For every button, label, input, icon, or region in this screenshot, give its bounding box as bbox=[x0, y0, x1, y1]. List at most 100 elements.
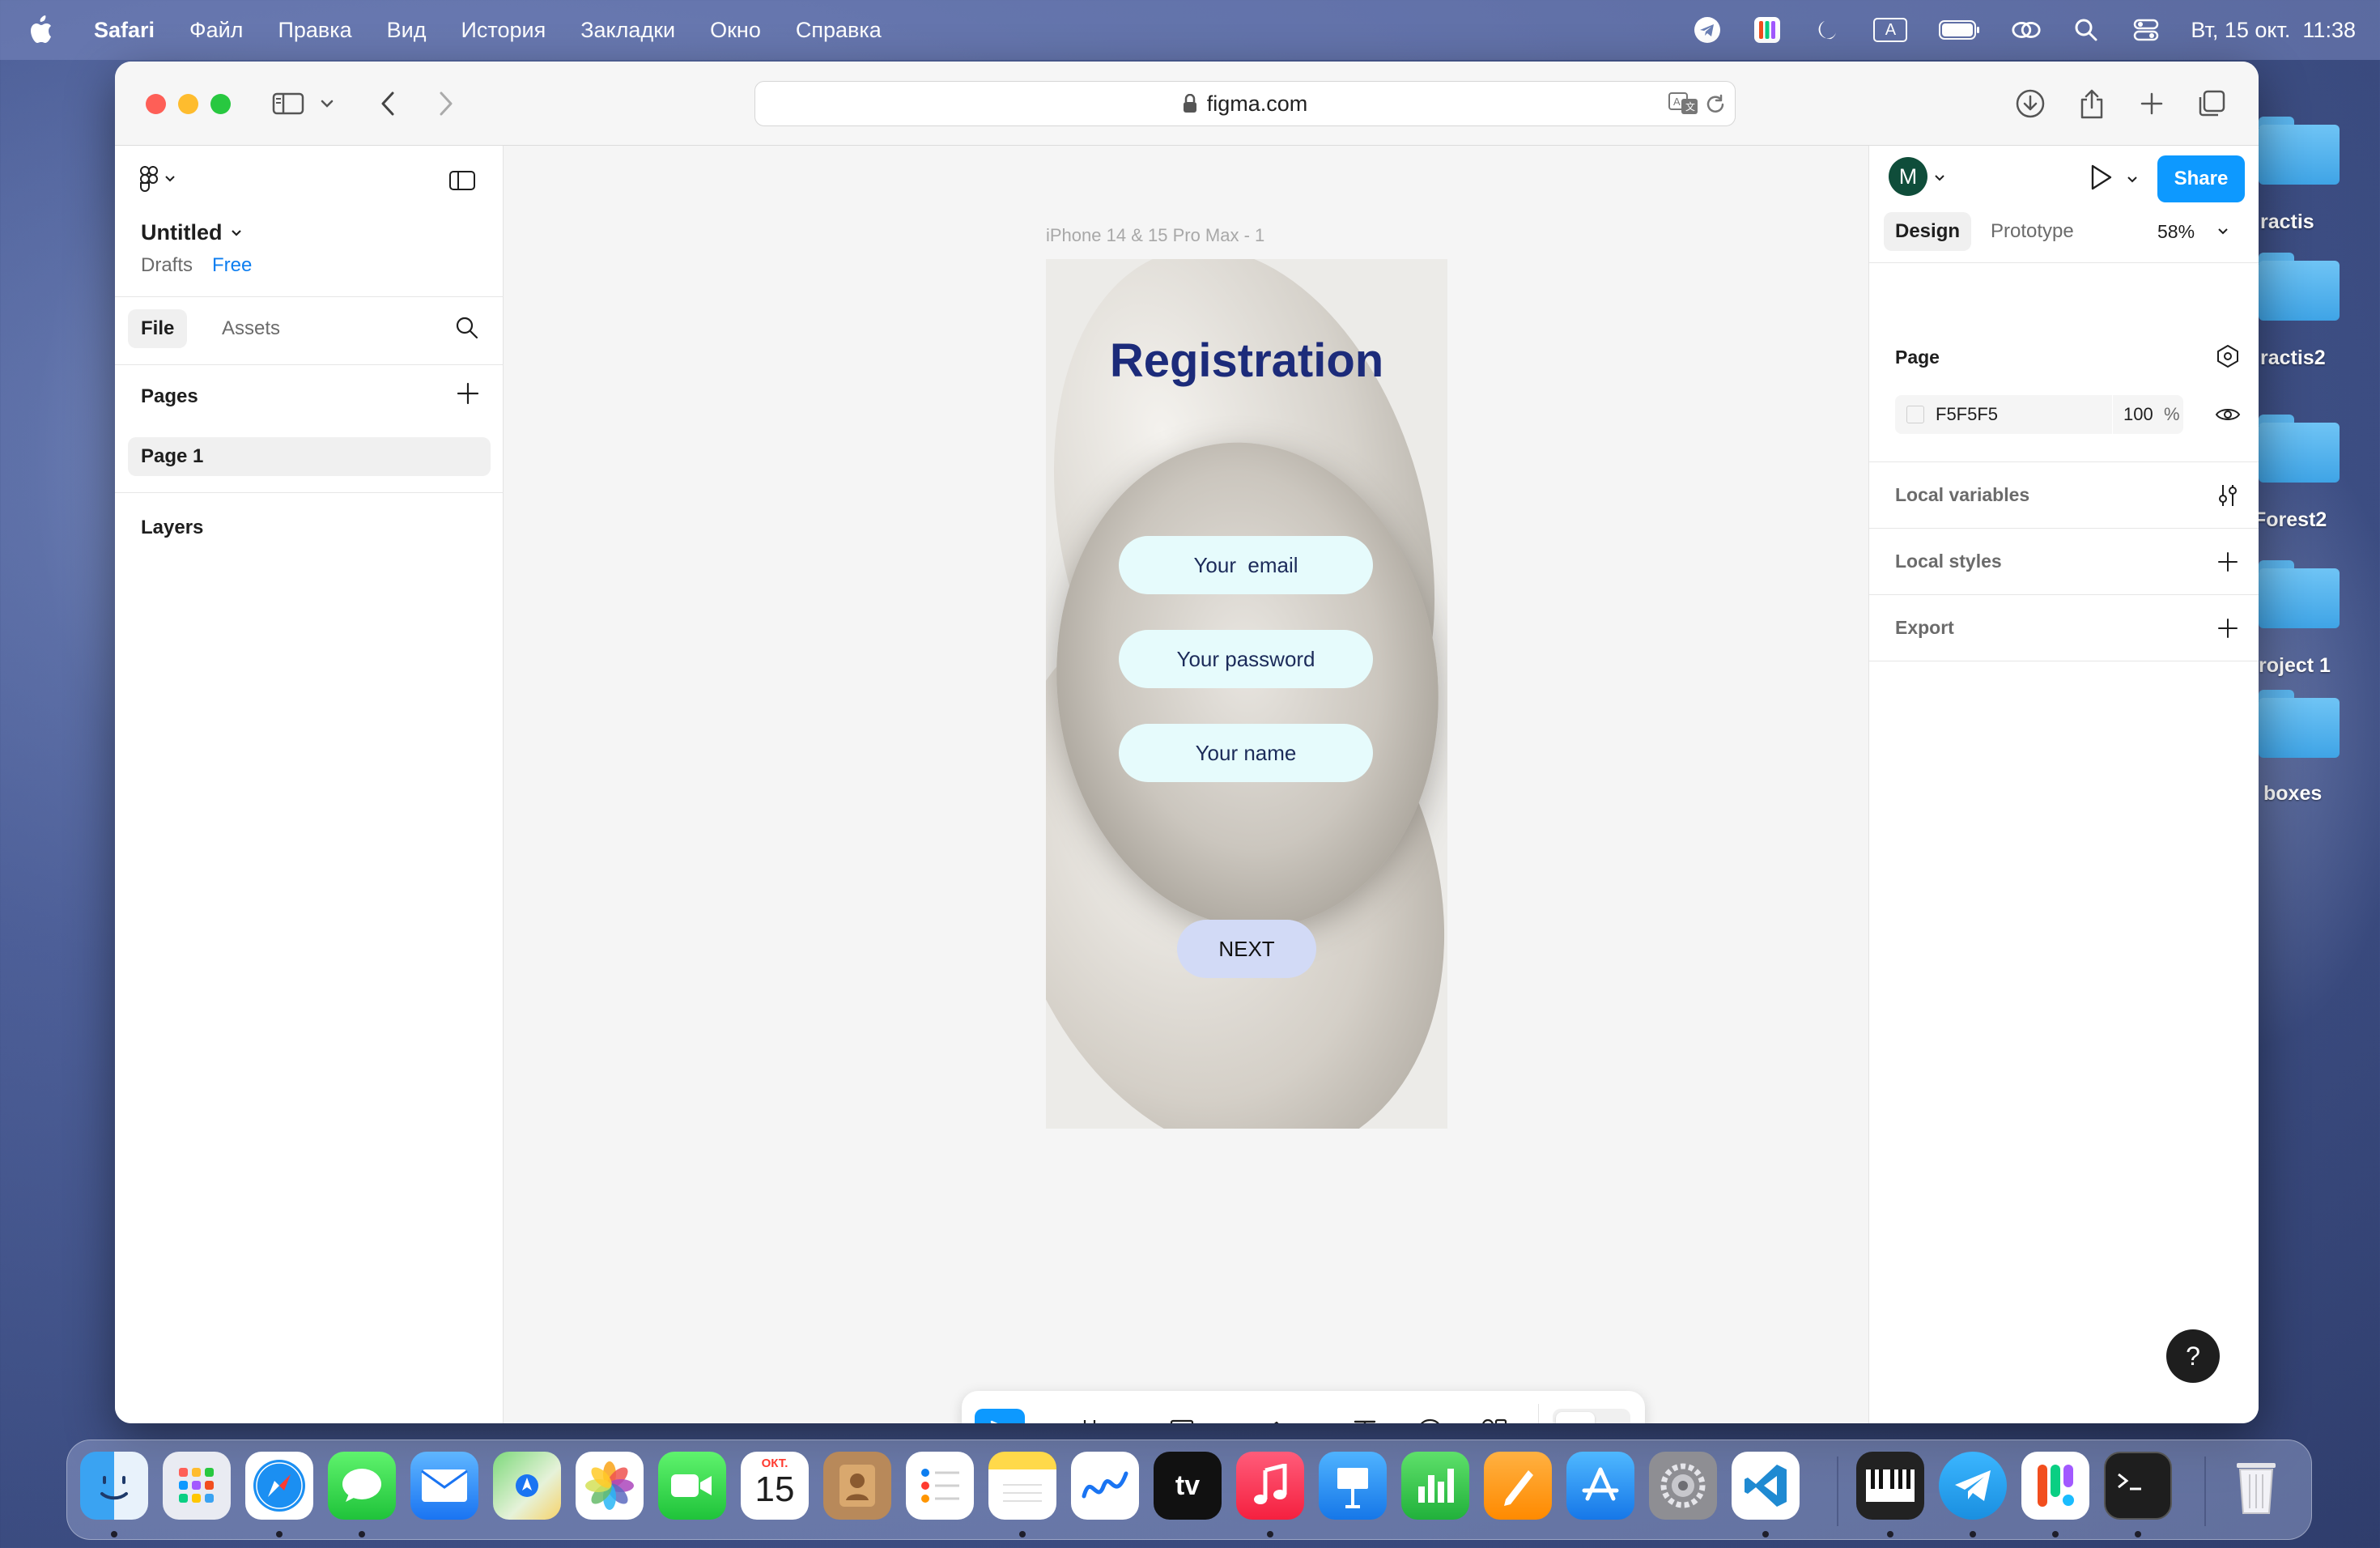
contacts-icon[interactable] bbox=[823, 1452, 891, 1520]
trash-icon[interactable] bbox=[2222, 1452, 2290, 1520]
background-opacity-value[interactable]: 100 bbox=[2123, 404, 2153, 425]
search-icon[interactable] bbox=[455, 316, 479, 344]
frame-label[interactable]: iPhone 14 & 15 Pro Max - 1 bbox=[1046, 225, 1264, 246]
help-button[interactable]: ? bbox=[2166, 1329, 2220, 1383]
keynote-icon[interactable] bbox=[1319, 1452, 1387, 1520]
chevron-down-icon[interactable] bbox=[1934, 172, 1945, 186]
menu-bookmarks[interactable]: Закладки bbox=[580, 18, 675, 43]
desktop-folder-label[interactable]: Forest2 bbox=[2254, 508, 2327, 532]
desktop-folder-label[interactable]: roject 1 bbox=[2259, 654, 2331, 678]
translate-icon[interactable]: A文 bbox=[1668, 91, 1699, 116]
focus-moon-icon[interactable] bbox=[1812, 15, 1842, 45]
desktop-folder-label[interactable]: ractis2 bbox=[2260, 347, 2326, 370]
figma-status-icon[interactable] bbox=[1752, 15, 1783, 45]
next-button[interactable]: NEXT bbox=[1177, 920, 1316, 978]
password-input[interactable]: Your password bbox=[1119, 630, 1373, 688]
present-play-icon[interactable] bbox=[2089, 164, 2114, 195]
downloads-icon[interactable] bbox=[2012, 86, 2048, 121]
numbers-icon[interactable] bbox=[1401, 1452, 1469, 1520]
system-settings-icon[interactable] bbox=[1649, 1452, 1717, 1520]
add-page-plus-icon[interactable] bbox=[457, 382, 479, 409]
sidebar-toggle-icon[interactable] bbox=[270, 86, 306, 121]
plan-badge[interactable]: Free bbox=[212, 254, 252, 277]
visibility-eye-icon[interactable] bbox=[2213, 400, 2242, 429]
local-variables-section[interactable]: Local variables bbox=[1895, 484, 2029, 506]
menu-datetime[interactable]: Вт, 15 окт. 11:38 bbox=[2191, 18, 2356, 43]
text-tool-button[interactable] bbox=[1342, 1409, 1388, 1423]
tab-design[interactable]: Design bbox=[1884, 212, 1972, 251]
tab-overview-icon[interactable] bbox=[2194, 86, 2229, 121]
app-store-icon[interactable] bbox=[1566, 1452, 1634, 1520]
desktop-folder-icon[interactable] bbox=[2259, 560, 2340, 628]
freeform-icon[interactable] bbox=[1071, 1452, 1139, 1520]
page-settings-icon[interactable] bbox=[2213, 342, 2242, 371]
control-center-icon[interactable] bbox=[2131, 15, 2161, 45]
desktop-folder-icon[interactable] bbox=[2259, 690, 2340, 758]
background-hex-value[interactable]: F5F5F5 bbox=[1936, 404, 1998, 425]
reminders-icon[interactable] bbox=[906, 1452, 974, 1520]
color-swatch[interactable] bbox=[1906, 406, 1924, 423]
spotlight-search-icon[interactable] bbox=[2071, 15, 2102, 45]
figma-icon[interactable] bbox=[2021, 1452, 2089, 1520]
local-styles-section[interactable]: Local styles bbox=[1895, 551, 2002, 572]
menu-file[interactable]: Файл bbox=[189, 18, 243, 43]
export-section[interactable]: Export bbox=[1895, 617, 1954, 639]
apple-icon[interactable] bbox=[29, 15, 62, 45]
menu-edit[interactable]: Правка bbox=[278, 18, 351, 43]
menu-window[interactable]: Окно bbox=[710, 18, 761, 43]
address-bar[interactable]: figma.com A文 bbox=[754, 81, 1736, 126]
chevron-down-icon[interactable] bbox=[2127, 173, 2138, 188]
variables-sliders-icon[interactable] bbox=[2213, 481, 2242, 510]
minimize-window-button[interactable] bbox=[178, 94, 198, 114]
safari-icon[interactable] bbox=[245, 1452, 313, 1520]
piano-icon[interactable] bbox=[1856, 1452, 1924, 1520]
email-input[interactable]: Your email bbox=[1119, 536, 1373, 594]
pages-icon[interactable] bbox=[1484, 1452, 1552, 1520]
tab-file[interactable]: File bbox=[128, 309, 188, 348]
share-button[interactable]: Share bbox=[2157, 155, 2245, 202]
close-window-button[interactable] bbox=[146, 94, 166, 114]
terminal-icon[interactable] bbox=[2104, 1452, 2172, 1520]
frame-tool-button[interactable] bbox=[1067, 1409, 1112, 1423]
iphone-frame[interactable]: Registration Your email Your password Yo… bbox=[1046, 259, 1447, 1129]
new-tab-plus-icon[interactable] bbox=[2134, 86, 2170, 121]
desktop-folder-label[interactable]: boxes bbox=[2263, 782, 2322, 806]
telegram-status-icon[interactable] bbox=[1692, 15, 1723, 45]
zoom-window-button[interactable] bbox=[210, 94, 231, 114]
maps-icon[interactable] bbox=[493, 1452, 561, 1520]
menu-app-name[interactable]: Safari bbox=[94, 18, 155, 43]
figma-main-menu-icon[interactable] bbox=[139, 165, 175, 193]
back-arrow-icon[interactable] bbox=[371, 86, 406, 121]
screen-mirroring-icon[interactable] bbox=[2011, 15, 2042, 45]
page-background-field[interactable]: F5F5F5 100 % bbox=[1895, 395, 2183, 434]
messages-icon[interactable] bbox=[328, 1452, 396, 1520]
mail-icon[interactable] bbox=[410, 1452, 478, 1520]
zoom-dropdown[interactable]: 58% bbox=[2157, 212, 2229, 251]
notes-icon[interactable] bbox=[988, 1452, 1056, 1520]
finder-icon[interactable] bbox=[80, 1452, 148, 1520]
move-tool-button[interactable] bbox=[975, 1409, 1025, 1423]
add-export-plus-icon[interactable] bbox=[2213, 614, 2242, 643]
page-list-item[interactable]: Page 1 bbox=[128, 437, 491, 476]
name-input[interactable]: Your name bbox=[1119, 724, 1373, 782]
file-name-dropdown[interactable]: Untitled bbox=[141, 220, 242, 245]
add-style-plus-icon[interactable] bbox=[2213, 547, 2242, 576]
chevron-down-icon[interactable] bbox=[316, 86, 338, 121]
design-canvas[interactable]: iPhone 14 & 15 Pro Max - 1 Registration … bbox=[504, 146, 1868, 1423]
reload-icon[interactable] bbox=[1704, 93, 1727, 116]
avatar[interactable]: M bbox=[1889, 157, 1927, 196]
menu-history[interactable]: История bbox=[461, 18, 546, 43]
comment-tool-button[interactable] bbox=[1407, 1409, 1452, 1423]
file-location[interactable]: Drafts bbox=[141, 254, 193, 277]
tab-assets[interactable]: Assets bbox=[209, 309, 293, 348]
actions-tool-button[interactable] bbox=[1472, 1409, 1517, 1423]
forward-arrow-icon[interactable] bbox=[427, 86, 463, 121]
keyboard-layout-icon[interactable]: A bbox=[1872, 15, 1909, 45]
pen-tool-button[interactable] bbox=[1252, 1409, 1297, 1423]
desktop-folder-icon[interactable] bbox=[2259, 415, 2340, 483]
launchpad-icon[interactable] bbox=[163, 1452, 231, 1520]
desktop-folder-icon[interactable] bbox=[2259, 253, 2340, 321]
panel-collapse-icon[interactable] bbox=[448, 170, 476, 195]
dev-mode-toggle-button[interactable] bbox=[1553, 1409, 1630, 1423]
facetime-icon[interactable] bbox=[658, 1452, 726, 1520]
